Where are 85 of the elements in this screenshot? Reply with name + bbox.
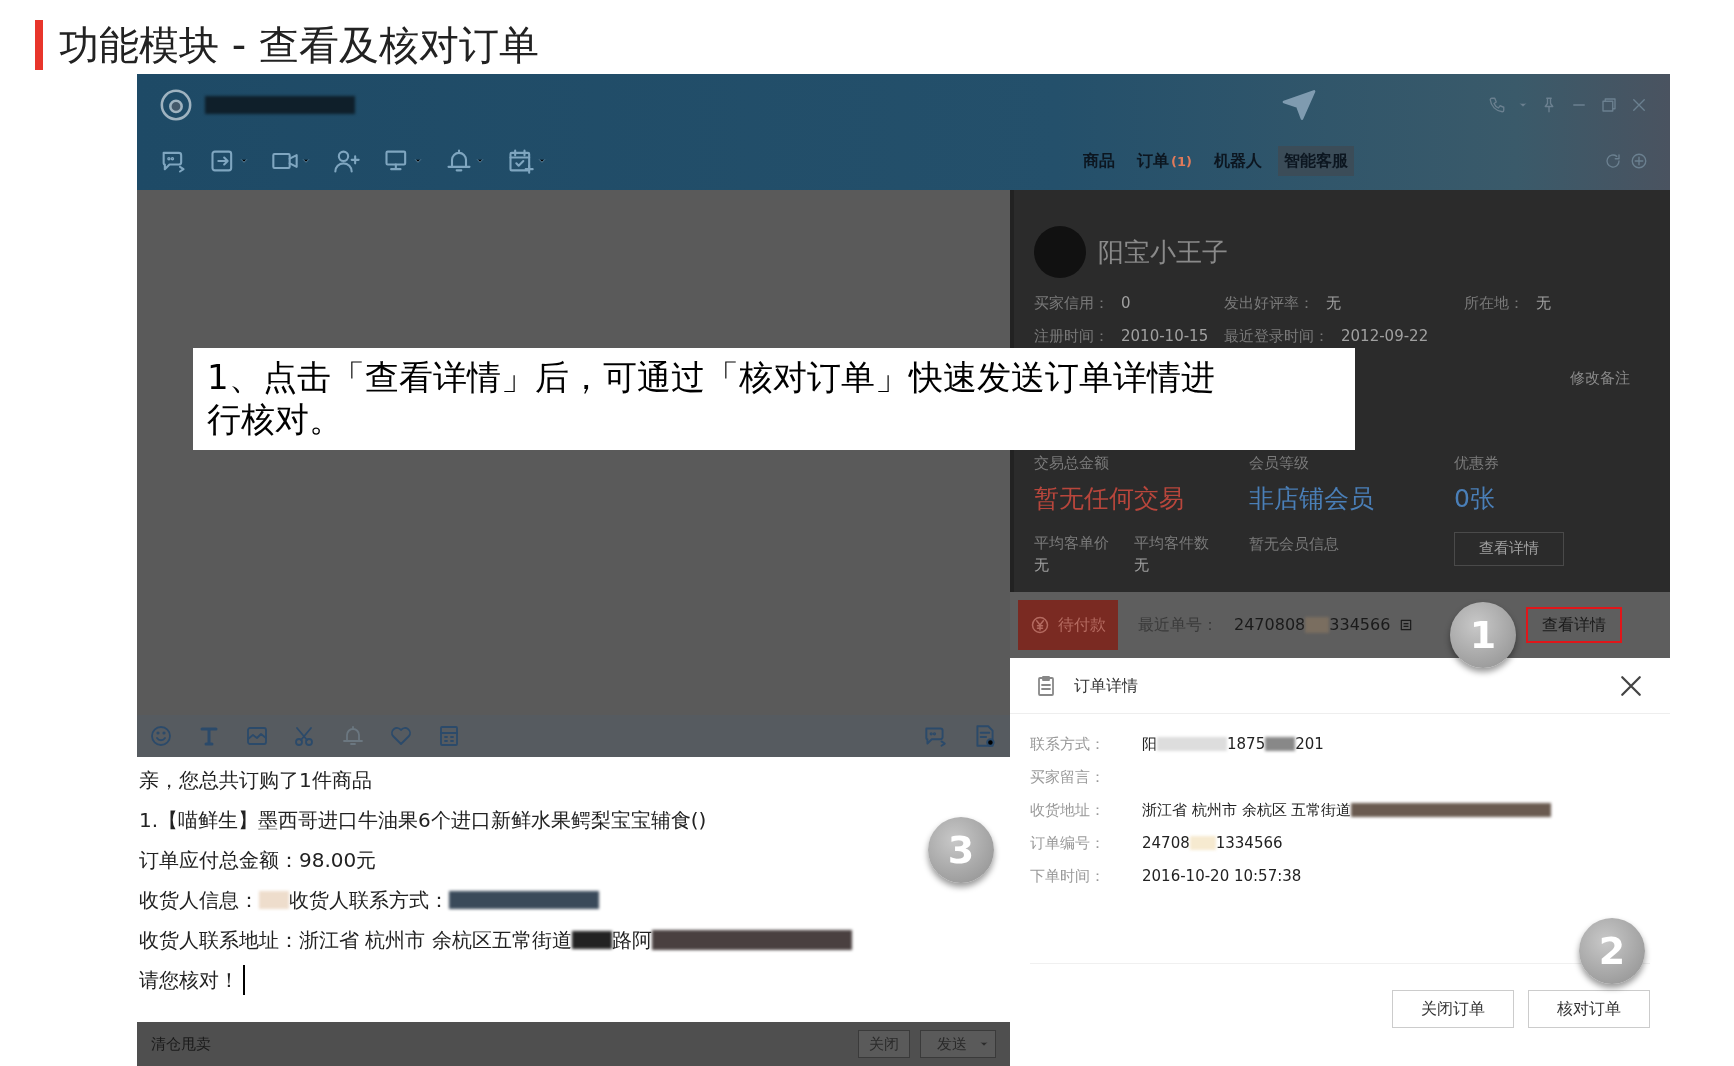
edit-remark-button[interactable]: 修改备注: [1570, 367, 1630, 390]
dialog-button[interactable]: 核对订单: [1528, 990, 1650, 1028]
message-text: 请您核对！: [139, 967, 239, 994]
field-label: 发出好评率：: [1224, 293, 1314, 314]
stat-label: 平均客单价: [1034, 532, 1110, 554]
caret-icon[interactable]: [979, 1039, 989, 1049]
caret-icon[interactable]: [239, 156, 249, 166]
stat-label: 平均客件数: [1134, 532, 1210, 554]
add-circle-icon[interactable]: [1630, 152, 1648, 170]
redaction-block: [1189, 836, 1216, 850]
order-number-text: 2470808: [1234, 614, 1306, 636]
field-label: 买家留言：: [1030, 766, 1106, 788]
field-label: 联系方式：: [1030, 733, 1106, 755]
tab[interactable]: 订单(1): [1131, 146, 1198, 176]
field-value: 浙江省 杭州市 余杭区 五常街道: [1142, 799, 1352, 821]
field-value: 2010-10-15: [1121, 325, 1209, 347]
message-text: 收货人联系方式：: [289, 887, 449, 914]
phone-icon[interactable]: [1488, 96, 1506, 114]
field-value: 24708: [1142, 832, 1190, 854]
heart-icon[interactable]: [389, 724, 413, 748]
caret-icon[interactable]: [537, 156, 547, 166]
field-label: 所在地：: [1464, 293, 1524, 314]
tab[interactable]: 商品: [1077, 146, 1122, 176]
stat-value: 暂无任何交易: [1034, 483, 1185, 515]
field-label: 收货地址：: [1030, 799, 1106, 821]
field-label: 最近登录时间：: [1224, 325, 1329, 347]
stat-label: 优惠券: [1454, 452, 1500, 474]
member-info-text: 暂无会员信息: [1249, 534, 1339, 553]
field-label: 买家信用：: [1034, 293, 1109, 314]
caret-icon[interactable]: [413, 156, 423, 166]
image-icon[interactable]: [245, 724, 269, 748]
status-text: 待付款: [1058, 614, 1106, 636]
dialog-title: 订单详情: [1074, 674, 1138, 697]
message-text: 路阿: [611, 927, 652, 954]
field-label: 订单编号：: [1030, 832, 1106, 854]
caret-icon[interactable]: [301, 156, 311, 166]
message-text: 1.【喵鲜生】墨西哥进口牛油果6个进口新鲜水果鳄梨宝宝辅食(): [139, 807, 707, 834]
redaction-block: [1265, 737, 1296, 751]
stat-label: 交易总金额: [1034, 452, 1110, 474]
tab-count-label: (1): [1171, 154, 1192, 169]
field-label: 注册时间：: [1034, 325, 1109, 347]
field-value: 阳: [1142, 733, 1157, 755]
stat-label: 会员等级: [1249, 452, 1310, 474]
avatar: [1034, 226, 1086, 278]
redaction-block: [259, 891, 289, 909]
redaction-block: [1157, 737, 1227, 751]
field-value: 2016-10-20 10:57:38: [1142, 865, 1302, 887]
stat-value: 无: [1034, 555, 1050, 576]
field-value: 2012-09-22: [1341, 325, 1429, 347]
stat-value: 非店铺会员: [1249, 483, 1375, 515]
slide-title: 功能模块 - 查看及核对订单: [59, 25, 539, 65]
calculator-icon[interactable]: [437, 724, 461, 748]
caret-icon[interactable]: [475, 156, 485, 166]
text-cursor: [243, 965, 245, 995]
refresh-icon[interactable]: [1604, 152, 1622, 170]
field-label: 下单时间：: [1030, 865, 1106, 887]
message-text: 订单应付总金额：98.00元: [139, 847, 377, 874]
field-value: 1875: [1227, 733, 1266, 755]
message-text: 收货人联系地址：浙江省 杭州市 余杭区五常街道: [139, 927, 572, 954]
field-value: 0: [1121, 293, 1131, 314]
yen-icon: [1030, 615, 1050, 635]
field-value: 201: [1295, 733, 1324, 755]
tab[interactable]: 机器人: [1208, 146, 1268, 176]
accent-bar: [35, 20, 43, 70]
tab[interactable]: 智能客服: [1278, 146, 1354, 176]
bell-icon[interactable]: [341, 724, 365, 748]
field-value: 无: [1536, 293, 1551, 314]
smiley-icon[interactable]: [149, 724, 173, 748]
stat-value: 0张: [1454, 483, 1496, 515]
calendar-icon[interactable]: [507, 147, 535, 175]
redaction-block: [571, 931, 612, 949]
message-text: 亲，您总共订购了1件商品: [139, 767, 372, 794]
view-details-button[interactable]: 查看详情: [1454, 531, 1564, 566]
maximize-icon[interactable]: [1600, 96, 1618, 114]
stat-value: 无: [1134, 555, 1150, 576]
view-details-button[interactable]: 查看详情: [1526, 607, 1622, 643]
avatar-icon: [159, 88, 193, 122]
field-value: 无: [1326, 293, 1341, 314]
buyer-name: 阳宝小王子: [1098, 235, 1228, 269]
redaction-block: [1305, 617, 1330, 633]
message-text: 收货人信息：: [139, 887, 259, 914]
order-number-text: 334566: [1329, 614, 1391, 636]
field-value: 1334566: [1215, 832, 1283, 854]
callout-text: 1、点击「查看详情」后，可通过「核对订单」快速发送订单详情进行核对。: [193, 348, 1355, 450]
dialog-button[interactable]: 关闭订单: [1392, 990, 1514, 1028]
